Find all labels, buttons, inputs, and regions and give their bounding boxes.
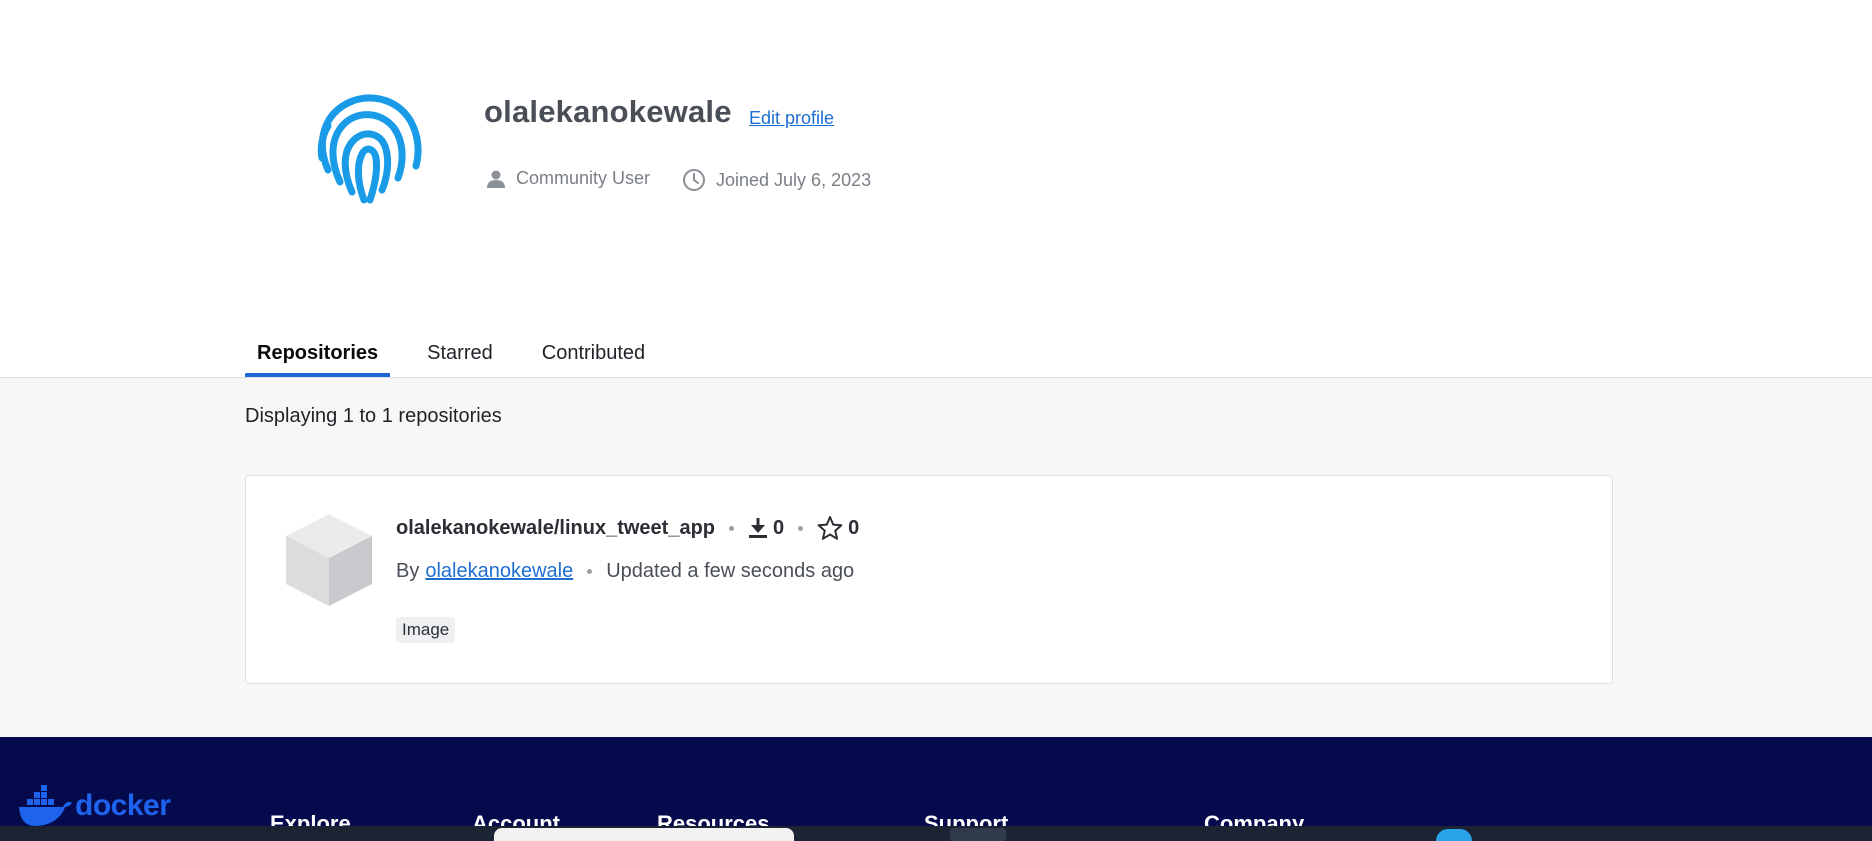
repository-updated: Updated a few seconds ago [606,560,855,582]
docker-whale-icon [19,785,72,826]
docker-wordmark: docker [75,789,171,822]
repository-meta-row: By olalekanokewale Updated a few seconds… [396,560,854,583]
os-taskbar [0,826,1872,841]
docker-logo[interactable]: docker [17,785,171,827]
user-type-label: Community User [516,168,651,188]
clock-icon [683,169,705,191]
separator-dot [729,525,735,531]
profile-username: olalekanokewale [484,94,732,129]
fingerprint-avatar-icon [317,94,422,204]
profile-tabs: Repositories Starred Contributed [245,338,682,378]
user-type: Community User [486,168,650,189]
profile-header: olalekanokewale Edit profile Community U… [0,0,1872,300]
repository-name-link[interactable]: olalekanokewale/linux_tweet_app [396,517,715,540]
tab-repositories[interactable]: Repositories [245,338,391,378]
star-icon [817,516,843,540]
repository-title-row: olalekanokewale/linux_tweet_app 0 0 [396,515,859,541]
download-count-value: 0 [773,516,785,539]
star-count-value: 0 [848,516,860,539]
download-icon [749,518,768,538]
download-count: 0 [748,517,784,540]
star-count: 0 [817,515,859,541]
repository-count: Displaying 1 to 1 repositories [245,405,502,427]
taskbar-app-icon[interactable] [950,828,1006,841]
person-icon [487,170,505,188]
separator-dot [587,569,593,574]
taskbar-app-icon[interactable] [1436,829,1472,841]
joined-label: Joined July 6, 2023 [716,169,872,190]
repository-type-badge: Image [396,617,456,643]
by-label: By [396,560,420,582]
tab-starred[interactable]: Starred [415,338,505,378]
taskbar-search[interactable] [494,828,794,841]
repository-cube-icon [286,514,372,606]
repository-card[interactable]: olalekanokewale/linux_tweet_app 0 0 By o… [245,475,1613,684]
repository-owner-link[interactable]: olalekanokewale [425,560,573,583]
separator-dot [798,525,804,531]
joined-date: Joined July 6, 2023 [682,168,871,192]
edit-profile-link[interactable]: Edit profile [749,108,834,129]
tab-contributed[interactable]: Contributed [530,338,657,378]
